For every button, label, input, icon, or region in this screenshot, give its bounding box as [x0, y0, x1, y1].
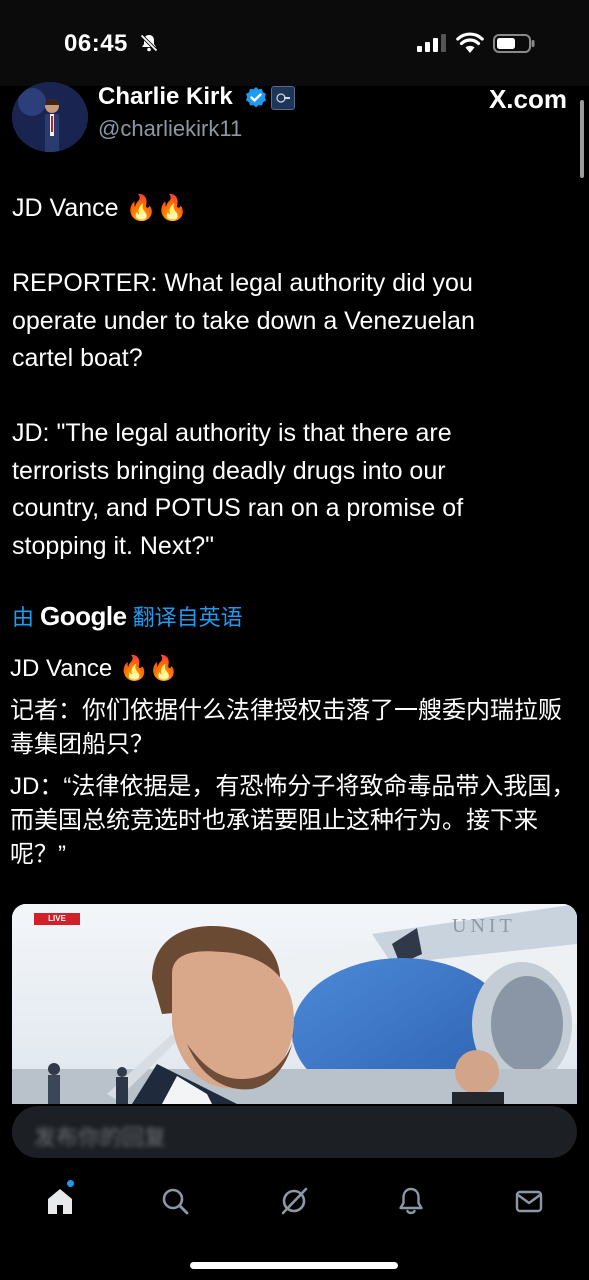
tab-home[interactable]	[43, 1184, 77, 1218]
source-label: X.com	[488, 84, 567, 114]
search-icon	[162, 1188, 189, 1215]
post-header: Charlie Kirk @charliekirk11 X.com	[0, 78, 589, 158]
scroll-indicator[interactable]	[580, 100, 584, 178]
translated-paragraph: 记者：你们依据什么法律授权击落了一艘委内瑞拉贩毒集团船只？	[10, 697, 562, 758]
google-logo: Google	[40, 600, 127, 631]
home-indicator[interactable]	[190, 1262, 398, 1269]
signal-icon	[417, 34, 446, 52]
wifi-icon	[456, 32, 484, 53]
post-line: stopping it. Next?"	[12, 531, 215, 560]
affiliate-badge-icon[interactable]	[271, 86, 295, 110]
post-line: terrorists bringing deadly drugs into ou…	[12, 456, 446, 485]
verified-icon	[246, 87, 266, 108]
status-time: 06:45	[64, 30, 128, 57]
translate-prefix: 由	[12, 605, 35, 630]
home-icon	[48, 1189, 72, 1214]
home-notification-dot	[67, 1180, 74, 1187]
author-handle[interactable]: @charliekirk11	[98, 116, 242, 142]
post-line: JD: "The legal authority is that there a…	[12, 419, 452, 447]
tab-grok[interactable]	[277, 1184, 311, 1218]
tab-messages[interactable]	[512, 1184, 546, 1218]
live-badge: LIVE	[34, 913, 80, 925]
reply-placeholder: 发布你的回复	[34, 1125, 167, 1150]
tab-search[interactable]	[158, 1184, 192, 1218]
post-line: cartel boat?	[12, 344, 143, 372]
author-name[interactable]: Charlie Kirk	[98, 83, 233, 111]
battery-icon	[493, 34, 535, 53]
translated-text: JD Vance 🔥🔥 记者：你们依据什么法律授权击落了一艘委内瑞拉贩毒集团船只…	[10, 652, 576, 880]
post-line: REPORTER: What legal authority did you	[12, 269, 473, 297]
post-text: JD Vance 🔥🔥 REPORTER: What legal authori…	[12, 190, 572, 565]
post-line: JD Vance 🔥🔥	[12, 194, 188, 222]
translation-attribution[interactable]: 由 Google 翻译自英语	[12, 600, 243, 632]
bell-icon	[399, 1187, 423, 1215]
reply-input[interactable]: 发布你的回复	[12, 1106, 577, 1158]
bell-off-icon	[139, 33, 159, 53]
tab-notifications[interactable]	[394, 1184, 428, 1218]
post-line: operate under to take down a Venezuelan	[12, 306, 475, 335]
translated-paragraph: JD：“法律依据是，有恐怖分子将致命毒品带入我国，而美国总统竞选时也承诺要阻止这…	[10, 773, 576, 868]
grok-icon	[281, 1187, 308, 1215]
avatar[interactable]	[12, 82, 88, 152]
svg-text:UNIT: UNIT	[452, 915, 516, 937]
status-bar: 06:45	[0, 0, 589, 86]
video-frame: UNIT	[12, 904, 577, 1104]
tab-bar	[0, 1160, 589, 1280]
translate-suffix[interactable]: 翻译自英语	[133, 600, 243, 632]
post-line: country, and POTUS ran on a promise of	[12, 494, 464, 522]
mail-icon	[515, 1190, 543, 1213]
video-player[interactable]: UNIT LIVE	[12, 904, 577, 1104]
translated-paragraph: JD Vance 🔥🔥	[10, 655, 179, 682]
